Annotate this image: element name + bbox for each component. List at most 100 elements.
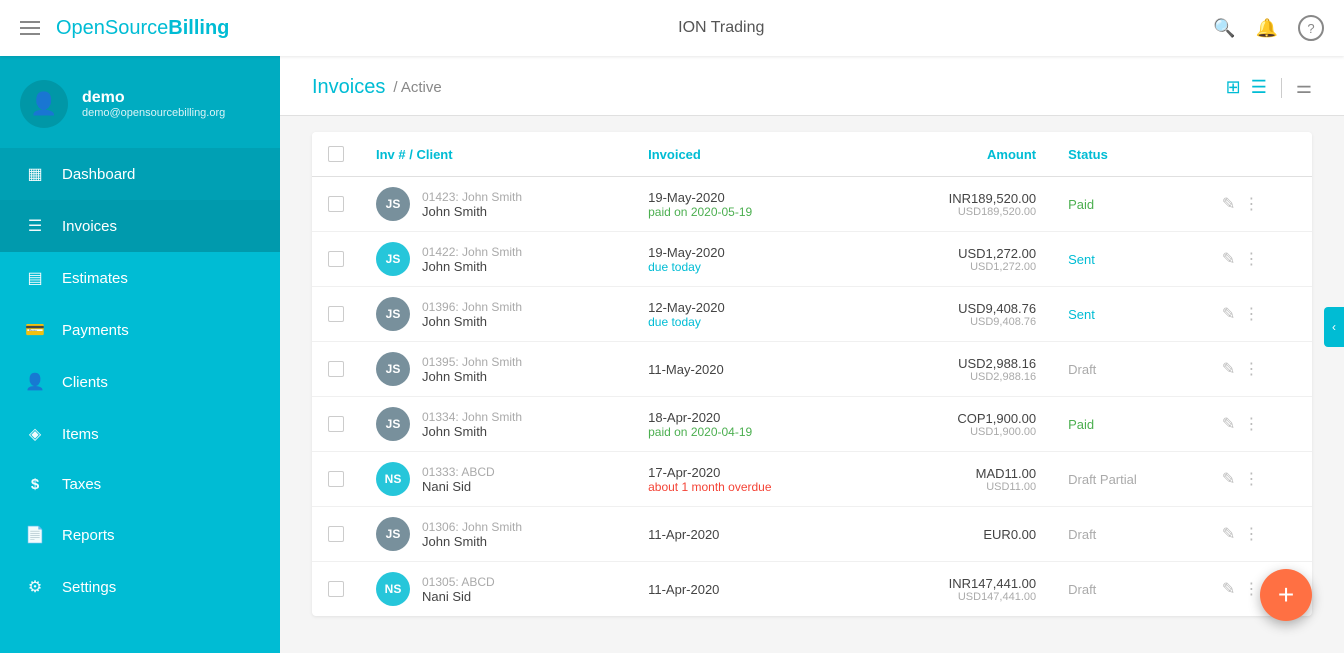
invoiced-cell: 12-May-2020 due today <box>632 287 869 342</box>
sidebar-item-estimates[interactable]: ▤ Estimates <box>0 252 280 304</box>
amount-cell: EUR0.00 <box>870 507 1053 562</box>
amount-cell: INR147,441.00 USD147,441.00 <box>870 562 1053 617</box>
more-button[interactable]: ⋮ <box>1243 249 1259 269</box>
sidebar-item-items[interactable]: ◈ Items <box>0 408 280 460</box>
inv-number: 01396: John Smith <box>422 300 522 314</box>
amount-usd: USD1,900.00 <box>886 426 1037 438</box>
sidebar-item-settings[interactable]: ⚙ Settings <box>0 561 280 613</box>
sidebar-item-invoices[interactable]: ☰ Invoices <box>0 200 280 252</box>
invoices-table: Inv # / Client Invoiced Amount Status JS <box>312 132 1312 616</box>
logo: OpenSourceBilling <box>56 17 229 40</box>
row-checkbox[interactable] <box>328 306 344 322</box>
client-info: 01333: ABCD Nani Sid <box>422 465 495 494</box>
sidebar-item-payments[interactable]: 💳 Payments <box>0 304 280 356</box>
row-checkbox-cell <box>312 507 360 562</box>
client-name: John Smith <box>422 314 522 329</box>
client-cell: NS 01305: ABCD Nani Sid <box>360 562 632 617</box>
edit-button[interactable]: ✎ <box>1222 304 1235 324</box>
sidebar-item-taxes[interactable]: $ Taxes <box>0 460 280 509</box>
grid-view-icon[interactable]: ⊞ <box>1226 77 1241 98</box>
user-info: demo demo@opensourcebilling.org <box>82 89 225 119</box>
row-checkbox[interactable] <box>328 581 344 597</box>
status-cell: Sent <box>1052 232 1206 287</box>
invoices-icon: ☰ <box>24 216 46 236</box>
status-cell: Draft Partial <box>1052 452 1206 507</box>
status-badge: Draft <box>1068 582 1096 597</box>
hamburger-menu[interactable] <box>20 21 40 35</box>
more-button[interactable]: ⋮ <box>1243 414 1259 434</box>
client-avatar: JS <box>376 297 410 331</box>
status-cell: Sent <box>1052 287 1206 342</box>
row-checkbox[interactable] <box>328 251 344 267</box>
amount-main: EUR0.00 <box>886 527 1037 542</box>
amount-cell: USD9,408.76 USD9,408.76 <box>870 287 1053 342</box>
invoice-date: 11-May-2020 <box>648 362 853 377</box>
header-right: 🔍 🔔 ? <box>1213 15 1324 41</box>
client-name: Nani Sid <box>422 589 495 604</box>
edit-button[interactable]: ✎ <box>1222 359 1235 379</box>
clients-icon: 👤 <box>24 372 46 392</box>
app-title: ION Trading <box>678 19 764 37</box>
client-avatar: NS <box>376 462 410 496</box>
more-button[interactable]: ⋮ <box>1243 469 1259 489</box>
amount-main: INR147,441.00 <box>886 576 1037 591</box>
select-all-checkbox[interactable] <box>328 146 344 162</box>
edit-button[interactable]: ✎ <box>1222 414 1235 434</box>
row-checkbox[interactable] <box>328 416 344 432</box>
amount-main: USD9,408.76 <box>886 301 1037 316</box>
more-button[interactable]: ⋮ <box>1243 194 1259 214</box>
more-button[interactable]: ⋮ <box>1243 524 1259 544</box>
sidebar-label-estimates: Estimates <box>62 270 128 287</box>
table-row: JS 01395: John Smith John Smith 11-May-2… <box>312 342 1312 397</box>
client-info: 01395: John Smith John Smith <box>422 355 522 384</box>
client-cell: NS 01333: ABCD Nani Sid <box>360 452 632 507</box>
more-button[interactable]: ⋮ <box>1243 359 1259 379</box>
top-header: OpenSourceBilling ION Trading 🔍 🔔 ? <box>0 0 1344 56</box>
row-checkbox-cell <box>312 397 360 452</box>
edit-button[interactable]: ✎ <box>1222 194 1235 214</box>
collapse-tab[interactable]: ‹ <box>1324 307 1344 347</box>
actions-cell: ✎ ⋮ <box>1206 287 1312 342</box>
status-badge: Paid <box>1068 197 1094 212</box>
bell-icon[interactable]: 🔔 <box>1256 18 1278 39</box>
edit-button[interactable]: ✎ <box>1222 249 1235 269</box>
edit-button[interactable]: ✎ <box>1222 579 1235 599</box>
sidebar-label-invoices: Invoices <box>62 218 117 235</box>
client-avatar: JS <box>376 517 410 551</box>
row-actions: ✎ ⋮ <box>1222 524 1296 544</box>
table-row: JS 01306: John Smith John Smith 11-Apr-2… <box>312 507 1312 562</box>
client-info: 01306: John Smith John Smith <box>422 520 522 549</box>
row-checkbox-cell <box>312 562 360 617</box>
edit-button[interactable]: ✎ <box>1222 524 1235 544</box>
inv-number: 01422: John Smith <box>422 245 522 259</box>
row-actions: ✎ ⋮ <box>1222 249 1296 269</box>
row-checkbox[interactable] <box>328 361 344 377</box>
client-cell: JS 01422: John Smith John Smith <box>360 232 632 287</box>
table-row: JS 01334: John Smith John Smith 18-Apr-2… <box>312 397 1312 452</box>
more-button[interactable]: ⋮ <box>1243 304 1259 324</box>
amount-cell: USD1,272.00 USD1,272.00 <box>870 232 1053 287</box>
sidebar-item-reports[interactable]: 📄 Reports <box>0 509 280 561</box>
amount-cell: COP1,900.00 USD1,900.00 <box>870 397 1053 452</box>
avatar: 👤 <box>20 80 68 128</box>
row-actions: ✎ ⋮ <box>1222 469 1296 489</box>
filter-icon[interactable]: ⚌ <box>1296 77 1312 98</box>
row-checkbox[interactable] <box>328 526 344 542</box>
help-icon[interactable]: ? <box>1298 15 1324 41</box>
list-view-icon[interactable]: ☰ <box>1251 77 1267 98</box>
row-checkbox[interactable] <box>328 471 344 487</box>
row-actions: ✎ ⋮ <box>1222 194 1296 214</box>
row-checkbox[interactable] <box>328 196 344 212</box>
more-button[interactable]: ⋮ <box>1243 579 1259 599</box>
date-sub: due today <box>648 315 853 329</box>
estimates-icon: ▤ <box>24 268 46 288</box>
sidebar-item-dashboard[interactable]: ▦ Dashboard <box>0 148 280 200</box>
client-name: John Smith <box>422 534 522 549</box>
client-name: John Smith <box>422 369 522 384</box>
client-name: John Smith <box>422 424 522 439</box>
edit-button[interactable]: ✎ <box>1222 469 1235 489</box>
add-invoice-fab[interactable]: + <box>1260 569 1312 621</box>
sidebar-item-clients[interactable]: 👤 Clients <box>0 356 280 408</box>
amount-main: MAD11.00 <box>886 466 1037 481</box>
search-icon[interactable]: 🔍 <box>1213 18 1235 39</box>
